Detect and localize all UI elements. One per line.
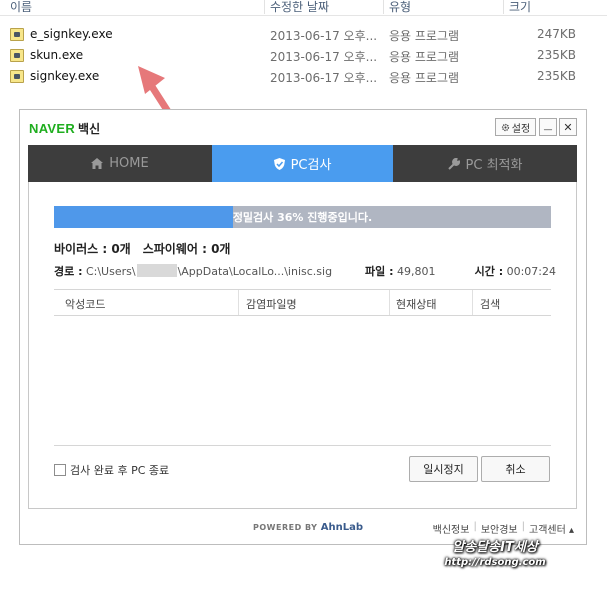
title-bar[interactable]: NAVER 백신 설정 — ✕ xyxy=(20,110,586,146)
spyware-count: 스파이웨어 : 0개 xyxy=(142,242,231,256)
link-security-alert[interactable]: 보안경보 xyxy=(481,521,518,536)
executable-icon xyxy=(10,28,24,41)
site-watermark: 알송달송IT세상 http://rdsong.com xyxy=(430,536,560,580)
file-modified: 2013-06-17 오후... xyxy=(270,71,378,85)
file-type: 응용 프로그램 xyxy=(389,71,460,85)
cancel-button[interactable]: 취소 xyxy=(481,456,550,482)
watermark-url: http://rdsong.com xyxy=(444,557,546,568)
column-divider[interactable] xyxy=(389,290,390,315)
divider xyxy=(54,445,551,446)
elapsed-time: 00:07:24 xyxy=(506,265,556,278)
path-label: 경로 : xyxy=(54,265,83,278)
col-infected-file[interactable]: 감염파일명 xyxy=(246,296,297,312)
shield-check-icon xyxy=(273,157,285,170)
app-name: 백신 xyxy=(78,122,101,136)
main-tabs: HOME PC검사 PC 최적화 xyxy=(28,145,577,182)
link-customer-center[interactable]: 고객센터 ▴ xyxy=(529,521,574,536)
column-divider[interactable] xyxy=(503,0,504,14)
tab-label: HOME xyxy=(109,156,149,171)
file-name: signkey.exe xyxy=(30,69,100,83)
pause-button[interactable]: 일시정지 xyxy=(409,456,478,482)
virus-count: 바이러스 : 0개 xyxy=(54,242,131,256)
tab-label: PC 최적화 xyxy=(465,158,523,173)
detection-counts: 바이러스 : 0개 스파이웨어 : 0개 xyxy=(54,240,230,257)
column-modified[interactable]: 수정한 날짜 xyxy=(270,0,329,15)
file-name: skun.exe xyxy=(30,48,84,62)
vaccine-window: NAVER 백신 설정 — ✕ HOME PC검사 PC 최적화 정밀검사 36… xyxy=(19,109,587,545)
path-suffix: \AppData\LocalLo...\inisc.sig xyxy=(177,265,333,278)
progress-text: 정밀검사 36% 진행중입니다. xyxy=(232,211,373,224)
file-name: e_signkey.exe xyxy=(30,27,113,41)
tab-home[interactable]: HOME xyxy=(28,145,212,182)
close-icon: ✕ xyxy=(563,120,573,134)
file-list-header: 이름 수정한 날짜 유형 크기 xyxy=(0,0,607,16)
time-label: 시간 : xyxy=(474,265,504,278)
column-divider[interactable] xyxy=(238,290,239,315)
file-type: 응용 프로그램 xyxy=(389,29,460,43)
shutdown-label: 검사 완료 후 PC 종료 xyxy=(70,464,170,477)
link-separator: | xyxy=(521,521,525,532)
shutdown-checkbox[interactable] xyxy=(54,464,66,476)
col-status[interactable]: 현재상태 xyxy=(396,296,436,312)
close-button[interactable]: ✕ xyxy=(559,118,577,136)
files-label: 파일 : xyxy=(365,265,394,278)
redacted-username xyxy=(136,264,177,277)
powered-by-text: POWERED BY xyxy=(253,523,318,532)
settings-button[interactable]: 설정 xyxy=(495,118,536,136)
column-divider[interactable] xyxy=(383,0,384,14)
file-type: 응용 프로그램 xyxy=(389,50,460,64)
column-divider[interactable] xyxy=(472,290,473,315)
app-title: NAVER 백신 xyxy=(29,120,100,137)
ahnlab-credit: POWERED BY AhnLab xyxy=(253,522,363,533)
column-divider[interactable] xyxy=(264,0,265,14)
file-modified: 2013-06-17 오후... xyxy=(270,50,378,64)
scan-status-line: 경로 : C:\Users\ \AppData\LocalLo...\inisc.… xyxy=(54,263,556,279)
naver-logo: NAVER xyxy=(29,121,76,136)
executable-icon xyxy=(10,49,24,62)
file-size: 235KB xyxy=(536,48,576,62)
scan-panel: 정밀검사 36% 진행중입니다. 바이러스 : 0개 스파이웨어 : 0개 경로 … xyxy=(28,182,577,509)
tab-pc-optimize[interactable]: PC 최적화 xyxy=(393,145,577,182)
file-size: 247KB xyxy=(536,27,576,41)
gear-icon xyxy=(501,123,509,131)
ahnlab-logo: AhnLab xyxy=(320,522,364,533)
tab-pc-scan[interactable]: PC검사 xyxy=(212,145,393,182)
settings-label: 설정 xyxy=(511,123,531,135)
files-scanned: 49,801 xyxy=(396,265,436,278)
executable-icon xyxy=(10,70,24,83)
results-table-header: 악성코드 감염파일명 현재상태 검색 xyxy=(54,289,551,316)
home-icon xyxy=(91,158,104,169)
col-search[interactable]: 검색 xyxy=(480,296,500,312)
tab-label: PC검사 xyxy=(290,158,332,173)
col-malware[interactable]: 악성코드 xyxy=(65,296,105,312)
file-modified: 2013-06-17 오후... xyxy=(270,29,378,43)
footer-links: 백신정보 | 보안경보 | 고객센터 ▴ xyxy=(433,521,574,536)
column-size[interactable]: 크기 xyxy=(509,0,531,15)
watermark-title: 알송달송IT세상 xyxy=(452,540,538,555)
scan-progress-bar: 정밀검사 36% 진행중입니다. xyxy=(54,206,551,228)
file-size: 235KB xyxy=(536,69,576,83)
column-type[interactable]: 유형 xyxy=(389,0,411,15)
path-prefix: C:\Users\ xyxy=(85,265,136,278)
link-separator: | xyxy=(473,521,477,532)
column-name[interactable]: 이름 xyxy=(10,0,32,15)
file-row[interactable]: signkey.exe 2013-06-17 오후... 응용 프로그램 235… xyxy=(0,67,607,87)
file-row[interactable]: skun.exe 2013-06-17 오후... 응용 프로그램 235KB xyxy=(0,46,607,66)
results-table-body[interactable] xyxy=(54,316,551,444)
minimize-button[interactable]: — xyxy=(539,118,557,136)
wrench-icon xyxy=(447,157,460,170)
file-row[interactable]: e_signkey.exe 2013-06-17 오후... 응용 프로그램 2… xyxy=(0,25,607,45)
shutdown-after-scan-option[interactable]: 검사 완료 후 PC 종료 xyxy=(54,462,169,478)
minimize-icon: — xyxy=(543,124,553,135)
link-vaccine-info[interactable]: 백신정보 xyxy=(433,521,470,536)
